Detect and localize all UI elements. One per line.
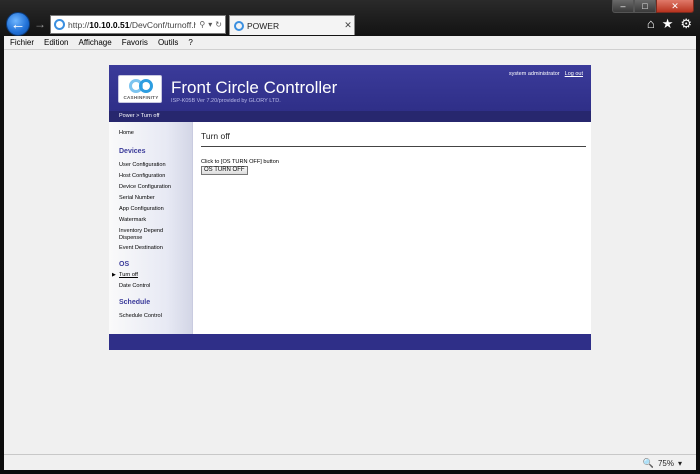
maximize-button[interactable]: □: [634, 0, 656, 13]
main-content: Turn off Click to [OS TURN OFF] button O…: [194, 122, 591, 334]
user-area: system administrator Log out: [509, 71, 583, 77]
app-footer: [109, 334, 591, 350]
instruction-text: Click to [OS TURN OFF] button: [201, 159, 279, 165]
sidebar-item-host-configuration[interactable]: Host Configuration: [119, 173, 165, 179]
app-title: Front Circle Controller: [171, 78, 338, 97]
title-divider: [201, 146, 586, 147]
sidebar-heading-os: OS: [119, 261, 130, 268]
logo-rings-icon: [129, 79, 153, 93]
sidebar-item-device-configuration[interactable]: Device Configuration: [119, 184, 171, 190]
zoom-icon: 🔍: [642, 458, 654, 468]
sidebar-item-home[interactable]: Home: [119, 130, 134, 136]
tab-close-icon[interactable]: ✕: [342, 20, 354, 31]
dropdown-icon[interactable]: ▾: [208, 20, 212, 29]
address-tools: ⚲ ▾ ↻: [196, 20, 225, 29]
address-bar[interactable]: http://10.10.0.51/DevConf/turnoff.htm ⚲ …: [50, 15, 226, 34]
address-path: /DevConf/turnoff.htm: [129, 19, 197, 30]
menu-fichier[interactable]: Fichier: [10, 38, 34, 47]
menu-bar: Fichier Edition Affichage Favoris Outils…: [4, 36, 696, 49]
controller-app: CASHINFINITY Front Circle Controller ISP…: [109, 65, 591, 350]
menu-edition[interactable]: Edition: [44, 38, 68, 47]
sidebar-item-schedule-control[interactable]: Schedule Control: [119, 313, 162, 319]
tab-power[interactable]: POWER ✕: [229, 15, 355, 35]
forward-arrow-icon: →: [34, 17, 46, 31]
browser-window: – □ ✕ ← → http://10.10.0.51/DevConf/turn…: [0, 0, 700, 474]
current-page-arrow-icon: ▶: [112, 272, 116, 278]
close-window-button[interactable]: ✕: [656, 0, 694, 13]
zoom-control[interactable]: 🔍 75% ▾: [643, 458, 682, 469]
zoom-dropdown-icon[interactable]: ▾: [678, 459, 682, 468]
search-icon[interactable]: ⚲: [199, 20, 205, 29]
menu-favoris[interactable]: Favoris: [122, 38, 148, 47]
menu-help[interactable]: ?: [188, 38, 192, 47]
home-icon[interactable]: ⌂: [647, 16, 655, 32]
window-controls: – □ ✕: [612, 0, 694, 13]
ie-icon: [54, 19, 65, 30]
forward-button[interactable]: →: [33, 17, 47, 31]
os-turn-off-button[interactable]: OS TURN OFF: [201, 166, 248, 175]
menu-affichage[interactable]: Affichage: [78, 38, 111, 47]
favorites-star-icon[interactable]: ★: [662, 16, 674, 32]
address-url[interactable]: http://10.10.0.51/DevConf/turnoff.htm: [68, 20, 196, 30]
sidebar: Home Devices User Configuration Host Con…: [109, 122, 193, 334]
status-bar: 🔍 75% ▾: [4, 454, 696, 470]
sidebar-item-serial-number[interactable]: Serial Number: [119, 195, 155, 201]
settings-gear-icon[interactable]: ⚙: [680, 16, 692, 32]
app-header: CASHINFINITY Front Circle Controller ISP…: [109, 65, 591, 111]
breadcrumb: Power > Turn off: [109, 111, 591, 122]
sidebar-heading-schedule: Schedule: [119, 299, 151, 306]
back-arrow-icon: ←: [10, 15, 26, 33]
refresh-icon[interactable]: ↻: [215, 20, 222, 29]
sidebar-item-user-configuration[interactable]: User Configuration: [119, 162, 166, 168]
logout-link[interactable]: Log out: [565, 71, 583, 77]
address-host: 10.10.0.51: [89, 19, 130, 30]
minimize-button[interactable]: –: [612, 0, 634, 13]
back-button[interactable]: ←: [6, 12, 30, 36]
sidebar-item-watermark[interactable]: Watermark: [119, 217, 146, 223]
sidebar-heading-devices: Devices: [119, 148, 146, 155]
sidebar-item-dispense[interactable]: Dispense: [119, 235, 142, 241]
app-version: ISP-K05B Ver 7.20/provided by GLORY LTD.: [171, 98, 281, 104]
sidebar-item-inventory-depend[interactable]: Inventory Depend: [119, 228, 163, 234]
sidebar-item-turn-off[interactable]: Turn off: [119, 272, 138, 278]
logo-text: CASHINFINITY: [123, 95, 159, 100]
sidebar-item-event-destination[interactable]: Event Destination: [119, 245, 163, 251]
sidebar-item-app-configuration[interactable]: App Configuration: [119, 206, 164, 212]
page-title: Turn off: [201, 131, 230, 141]
page-viewport: CASHINFINITY Front Circle Controller ISP…: [4, 49, 696, 454]
menu-outils[interactable]: Outils: [158, 38, 178, 47]
tab-title: POWER: [247, 20, 280, 31]
zoom-level: 75%: [657, 459, 674, 468]
sidebar-item-date-control[interactable]: Date Control: [119, 283, 150, 289]
browser-toolbar: ⌂ ★ ⚙: [647, 16, 692, 32]
cashinfinity-logo: CASHINFINITY: [118, 75, 162, 103]
address-prefix: http://: [68, 19, 90, 30]
tab-favicon-icon: [234, 20, 244, 31]
user-name: system administrator: [508, 71, 560, 77]
